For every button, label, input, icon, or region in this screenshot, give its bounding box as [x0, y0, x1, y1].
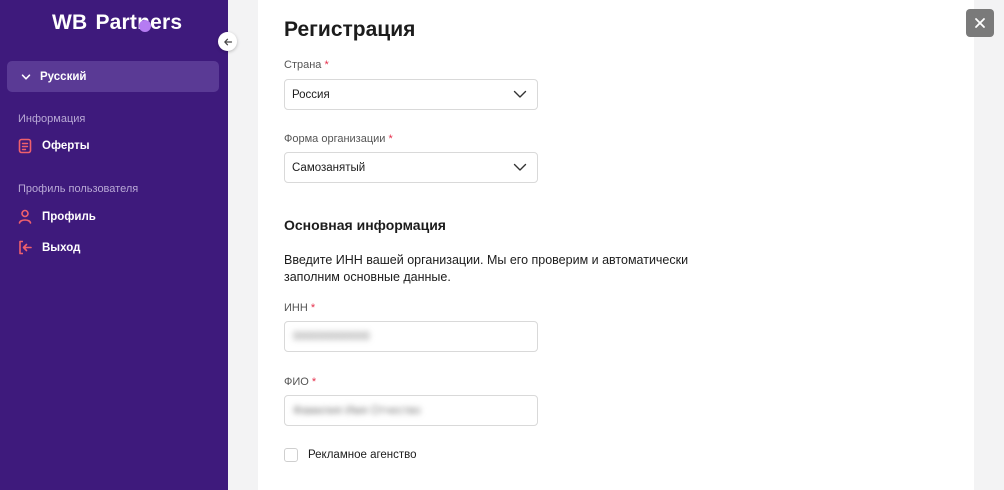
language-selector[interactable]: Русский: [7, 61, 219, 92]
section-title-info: Информация: [18, 113, 86, 125]
country-label: Страна *: [284, 59, 329, 71]
inn-value: 000000000000: [293, 330, 370, 343]
chevron-down-icon: [513, 90, 527, 98]
registration-panel: Регистрация Страна * Россия Форма органи…: [258, 0, 974, 490]
inn-label: ИНН *: [284, 302, 316, 314]
sidebar-item-profile[interactable]: Профиль: [18, 209, 96, 224]
document-icon: [18, 138, 32, 154]
sidebar-item-offers[interactable]: Оферты: [18, 138, 90, 154]
basic-info-heading: Основная информация: [284, 217, 446, 233]
language-label: Русский: [40, 70, 87, 83]
logo-brand: WB: [52, 11, 88, 34]
ad-agency-checkbox-row[interactable]: Рекламное агенство: [284, 448, 417, 462]
fio-input[interactable]: Фамилия Имя Отчество: [284, 395, 538, 426]
collapse-sidebar-button[interactable]: [218, 32, 237, 51]
close-button[interactable]: [966, 9, 994, 37]
org-form-select[interactable]: Самозанятый: [284, 152, 538, 183]
user-icon: [18, 209, 32, 224]
arrow-left-icon: [223, 38, 232, 45]
basic-info-description: Введите ИНН вашей организации. Мы его пр…: [284, 253, 689, 284]
sidebar-item-label: Профиль: [42, 210, 96, 223]
country-value: Россия: [292, 88, 330, 101]
ad-agency-label: Рекламное агенство: [308, 449, 417, 461]
logo[interactable]: WB Partners: [52, 11, 182, 35]
close-icon: [975, 18, 985, 28]
org-form-label: Форма организации *: [284, 133, 393, 145]
sidebar: WB Partners Русский Информация Оферты Пр…: [0, 0, 228, 490]
logo-dot-icon: [139, 20, 151, 32]
inn-input[interactable]: 000000000000: [284, 321, 538, 352]
logout-icon: [19, 240, 32, 255]
chevron-down-icon: [513, 163, 527, 171]
country-select[interactable]: Россия: [284, 79, 538, 110]
org-form-value: Самозанятый: [292, 161, 366, 174]
section-title-profile: Профиль пользователя: [18, 183, 139, 195]
sidebar-item-label: Оферты: [42, 140, 90, 152]
sidebar-item-label: Выход: [42, 241, 81, 254]
chevron-down-icon: [21, 73, 31, 80]
fio-label: ФИО *: [284, 376, 317, 388]
sidebar-item-logout[interactable]: Выход: [18, 240, 80, 255]
page-title: Регистрация: [284, 18, 416, 41]
ad-agency-checkbox[interactable]: [284, 448, 298, 462]
fio-value: Фамилия Имя Отчество: [293, 404, 421, 417]
